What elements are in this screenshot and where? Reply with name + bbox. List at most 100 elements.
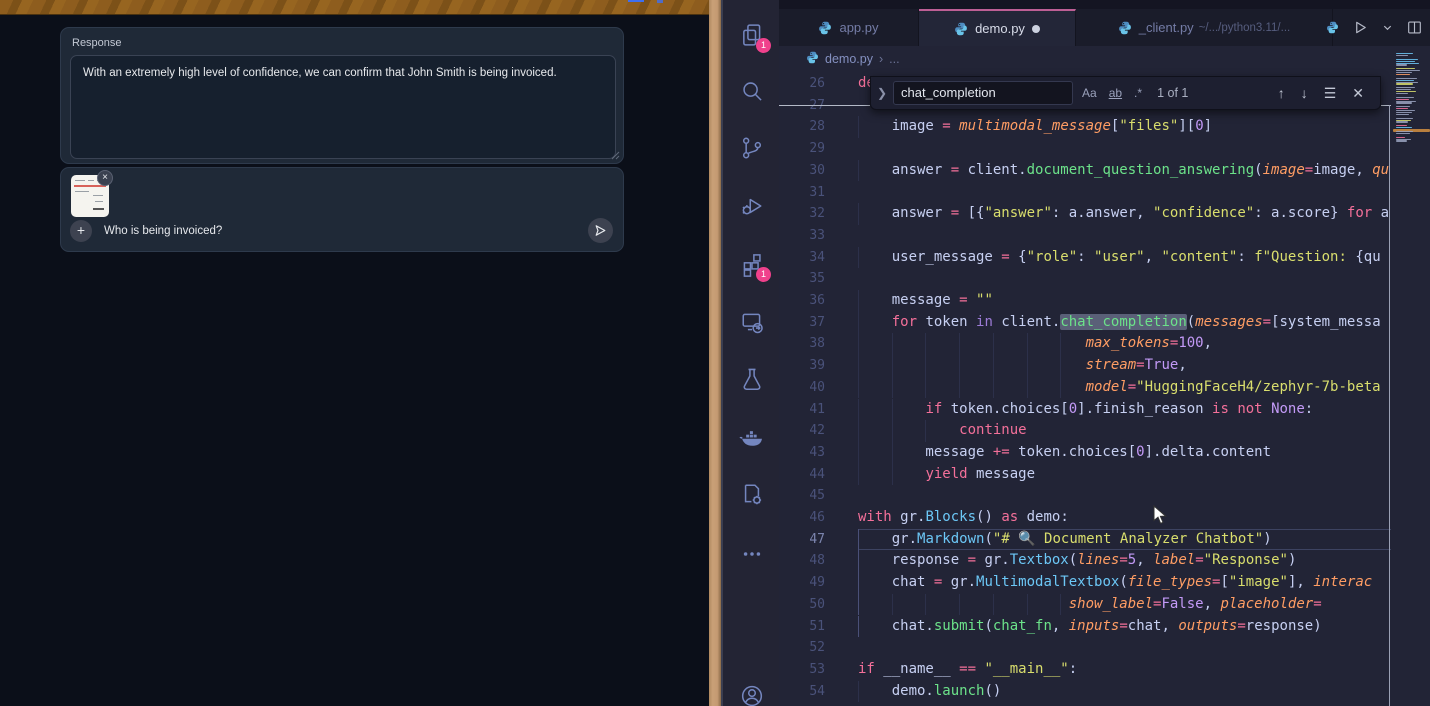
python-tab-peek-icon [1326,21,1339,34]
run-dropdown-chevron-icon[interactable] [1382,22,1393,33]
activity-item-run-debug[interactable] [738,192,766,220]
editor-actions [1326,9,1422,46]
send-icon [594,224,607,237]
activity-item-extensions[interactable]: 1 [738,250,766,278]
code-line[interactable]: 49 chat = gr.MultimodalTextbox(file_type… [779,572,1391,594]
breadcrumb-more[interactable]: ... [889,52,899,66]
previous-match-button[interactable]: ↑ [1278,85,1285,102]
activity-item-docker[interactable] [738,423,766,451]
toggle-replace-chevron-icon[interactable]: ❯ [871,86,893,100]
remove-attachment-button[interactable]: × [97,170,113,186]
vertical-rule-line [1389,105,1390,706]
code-line[interactable]: 44 yield message [779,464,1391,486]
code-line[interactable]: 42 continue [779,420,1391,442]
chat-message-text[interactable]: Who is being invoiced? [104,225,222,237]
code-text: show_label=False, placeholder= [858,594,1391,616]
activity-item-account[interactable] [738,682,766,706]
code-line[interactable]: 50 show_label=False, placeholder= [779,594,1391,616]
code-line[interactable]: 45 [779,485,1391,507]
minimap-line [1396,112,1412,113]
activity-item-test-flask[interactable] [738,365,766,393]
line-number: 40 [779,377,825,399]
code-line[interactable]: 30 answer = client.document_question_ans… [779,160,1391,182]
whole-word-toggle[interactable]: ab [1106,85,1125,101]
activity-item-remote-explorer[interactable] [738,308,766,336]
code-line[interactable]: 47 gr.Markdown("# 🔍 Document Analyzer Ch… [779,529,1391,551]
line-number: 29 [779,138,825,160]
line-number: 47 [779,529,825,551]
match-case-toggle[interactable]: Aa [1079,85,1100,101]
code-editor[interactable]: 26de2728 image = multimodal_message["fil… [779,72,1391,706]
tab-_client-py[interactable]: _client.py~/.../python3.11/... [1076,9,1333,46]
send-button[interactable] [588,218,613,243]
find-input[interactable]: chat_completion [893,81,1073,105]
activity-item-files[interactable]: 1 [738,21,766,49]
rule-line-left [779,105,870,106]
close-find-button[interactable]: ✕ [1352,85,1364,102]
tab-label: app.py [839,20,878,35]
modified-dot-icon[interactable] [1032,25,1040,33]
vscode-window: 11 app.py demo.py _client.py~/.../python… [721,0,1430,706]
tab-app-py[interactable]: app.py [779,9,919,46]
minimap-line [1396,93,1408,94]
line-number: 26 [779,73,825,95]
code-text: user_message = {"role": "user", "content… [858,247,1391,269]
code-line[interactable]: 32 answer = [{"answer": a.answer, "confi… [779,203,1391,225]
activity-item-more[interactable] [738,540,766,568]
code-line[interactable]: 46with gr.Blocks() as demo: [779,507,1391,529]
minimap[interactable] [1393,46,1430,706]
line-number: 50 [779,594,825,616]
code-line[interactable]: 55 [779,702,1391,706]
activity-item-source-control[interactable] [738,134,766,162]
code-line[interactable]: 51 chat.submit(chat_fn, inputs=chat, out… [779,616,1391,638]
regex-toggle[interactable]: .* [1131,85,1145,101]
run-button[interactable] [1353,20,1368,35]
tab-demo-py[interactable]: demo.py [919,9,1076,46]
find-match-count: 1 of 1 [1157,86,1188,100]
response-textarea[interactable]: With an extremely high level of confiden… [70,55,616,159]
tab-path-description: ~/.../python3.11/... [1199,22,1291,34]
code-line[interactable]: 34 user_message = {"role": "user", "cont… [779,247,1391,269]
next-match-button[interactable]: ↓ [1301,85,1308,102]
code-line[interactable]: 28 image = multimodal_message["files"][0… [779,116,1391,138]
code-line[interactable]: 38 max_tokens=100, [779,333,1391,355]
code-line[interactable]: 54 demo.launch() [779,681,1391,703]
resize-handle-icon[interactable] [611,151,620,160]
code-line[interactable]: 35 [779,268,1391,290]
breadcrumb-file[interactable]: demo.py [825,52,873,66]
tab-label: demo.py [975,21,1025,36]
line-number: 33 [779,225,825,247]
code-line[interactable]: 41 if token.choices[0].finish_reason is … [779,399,1391,421]
code-line[interactable]: 39 stream=True, [779,355,1391,377]
line-number: 52 [779,637,825,659]
code-line[interactable]: 31 [779,182,1391,204]
code-line[interactable]: 53if __name__ == "__main__": [779,659,1391,681]
minimap-line [1396,83,1413,84]
window-divider[interactable] [709,0,721,706]
line-number: 54 [779,681,825,703]
code-line[interactable]: 36 message = "" [779,290,1391,312]
line-number: 49 [779,572,825,594]
code-line[interactable]: 37 for token in client.chat_completion(m… [779,312,1391,334]
code-line[interactable]: 33 [779,225,1391,247]
find-in-selection-button[interactable]: ☰ [1324,85,1337,102]
code-text: chat.submit(chat_fn, inputs=chat, output… [858,616,1391,638]
split-editor-button[interactable] [1407,20,1422,35]
code-line[interactable]: 40 model="HuggingFaceH4/zephyr-7b-beta [779,377,1391,399]
activity-item-file-settings[interactable] [738,480,766,508]
activity-bar: 11 [721,0,779,706]
activity-item-search[interactable] [738,77,766,105]
minimap-line [1396,121,1408,122]
minimap-line [1396,55,1408,56]
add-file-button[interactable]: + [70,220,92,242]
minimap-line [1396,133,1410,134]
minimap-line [1396,64,1407,65]
minimap-line [1396,140,1407,141]
code-line[interactable]: 43 message += token.choices[0].delta.con… [779,442,1391,464]
browser-top-strip [0,0,709,15]
code-line[interactable]: 48 response = gr.Textbox(lines=5, label=… [779,550,1391,572]
minimap-line [1396,78,1417,79]
code-line[interactable]: 52 [779,637,1391,659]
breadcrumb[interactable]: demo.py › ... [779,46,1430,72]
code-line[interactable]: 29 [779,138,1391,160]
